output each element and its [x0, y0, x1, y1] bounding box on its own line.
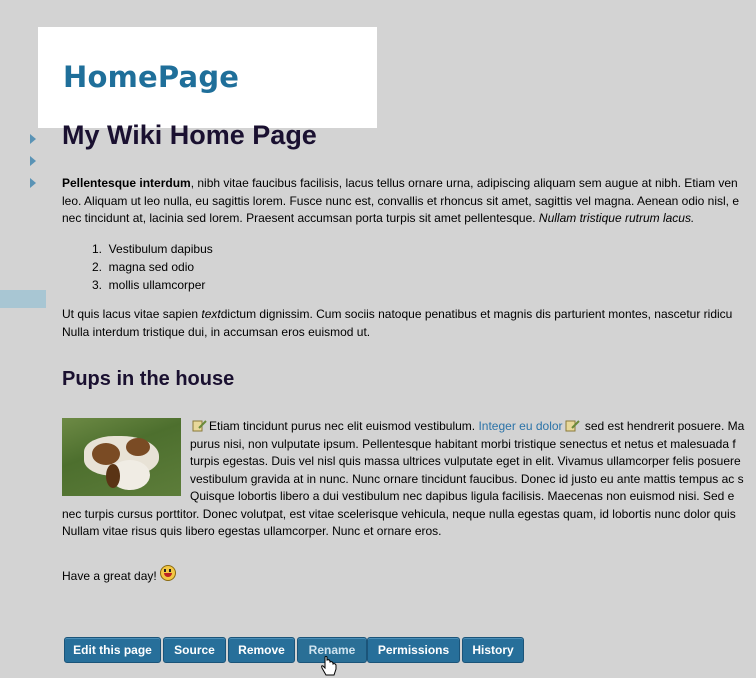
history-button[interactable]: History [462, 637, 524, 663]
intro-italic: Nullam tristique rutrum lacus. [538, 211, 695, 225]
list-item: 3. mollis ullamcorper [91, 278, 206, 292]
intro-line1: , nibh vitae faucibus facilisis, lacus t… [190, 176, 738, 190]
nav-arrow-icon[interactable] [30, 156, 36, 166]
section-heading: Pups in the house [62, 368, 235, 390]
nav-arrow-icon[interactable] [30, 134, 36, 144]
dog-photo[interactable] [62, 418, 181, 496]
wiki-link[interactable]: Integer eu dolor [478, 419, 562, 433]
wiki-page-icon [565, 420, 580, 432]
site-title[interactable]: HomePage [63, 60, 239, 94]
remove-button[interactable]: Remove [228, 637, 295, 663]
smiley-icon [159, 565, 176, 581]
wiki-page: HomePage My Wiki Home Page Pellentesque … [0, 0, 756, 678]
intro-line2: leo. Aliquam ut leo nulla, eu sagittis l… [62, 193, 740, 208]
wiki-page-icon [192, 420, 207, 432]
closing-line: Have a great day! [62, 565, 176, 583]
source-button[interactable]: Source [163, 637, 226, 663]
intro-line3: nec tincidunt at, lacinia sed lorem. Pra… [62, 211, 539, 225]
nav-arrow-icon[interactable] [30, 178, 36, 188]
edit-page-button[interactable]: Edit this page [64, 637, 161, 663]
permissions-button[interactable]: Permissions [367, 637, 460, 663]
page-title: My Wiki Home Page [62, 120, 317, 150]
sidebar-highlight [0, 290, 46, 308]
list-item: 1. Vestibulum dapibus [91, 242, 213, 256]
hand-cursor-icon [321, 656, 337, 676]
list-item: 2. magna sed odio [91, 260, 195, 274]
page-content: My Wiki Home Page [62, 118, 756, 152]
numbered-list: 1. Vestibulum dapibus 2. magna sed odio … [62, 240, 213, 294]
intro-paragraph: Pellentesque interdum, nibh vitae faucib… [62, 175, 739, 228]
intro-bold-lead: Pellentesque interdum [62, 176, 191, 190]
second-paragraph: Ut quis lacus vitae sapien textdictum di… [62, 307, 733, 339]
